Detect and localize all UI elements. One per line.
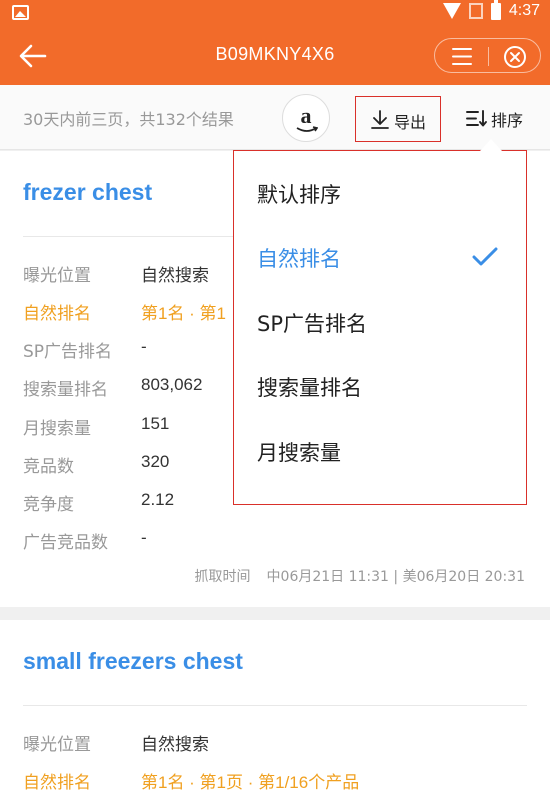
sort-option-search-volume-rank[interactable]: 搜索量排名: [257, 372, 362, 412]
system-icons: 4:37: [442, 0, 540, 20]
check-icon: [472, 247, 498, 266]
sort-option-default[interactable]: 默认排序: [257, 179, 341, 219]
sort-option-monthly-searches[interactable]: 月搜索量: [257, 437, 341, 477]
close-circle-icon[interactable]: [503, 45, 527, 69]
sort-option-sp-ad-rank[interactable]: SP广告排名: [257, 308, 367, 348]
sort-icon: [466, 110, 487, 127]
results-summary: 30天内前三页，共132个结果: [23, 110, 234, 129]
menu-icon[interactable]: [449, 47, 475, 66]
dropdown-caret: [480, 139, 502, 151]
capsule-divider: [488, 47, 489, 66]
amazon-button[interactable]: a: [282, 94, 330, 142]
title-bar: B09MKNY4X6: [0, 26, 550, 85]
keyword-title[interactable]: frezer chest: [23, 179, 152, 206]
mini-program-capsule: [434, 38, 541, 73]
no-signal-icon: [468, 3, 483, 19]
image-notification-icon: [12, 5, 29, 20]
keyword-card: small freezers chest 曝光位置 自然搜索 自然排名 第1名 · …: [0, 620, 550, 810]
battery-icon: [490, 0, 501, 20]
wifi-icon: [442, 3, 461, 19]
amazon-smile-icon: [296, 126, 318, 132]
sort-option-organic-rank[interactable]: 自然排名: [257, 243, 341, 283]
keyword-title[interactable]: small freezers chest: [23, 648, 243, 675]
download-icon: [371, 110, 389, 129]
fetch-time: 抓取时间 中06月21日 11:31 | 美06月20日 20:31: [194, 569, 525, 585]
card-divider: [23, 705, 527, 706]
results-toolbar: 30天内前三页，共132个结果 a 导出 排序: [0, 85, 550, 150]
status-bar: 4:37: [0, 0, 550, 26]
status-time: 4:37: [508, 2, 540, 19]
export-label: 导出: [394, 113, 427, 132]
sort-label: 排序: [491, 111, 524, 130]
export-button[interactable]: 导出: [355, 96, 441, 142]
sort-dropdown: 默认排序 自然排名 SP广告排名 搜索量排名 月搜索量: [233, 150, 527, 505]
